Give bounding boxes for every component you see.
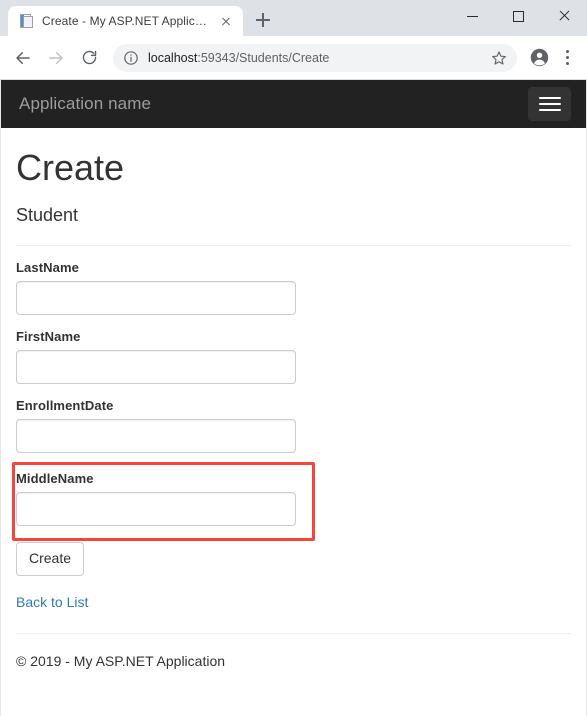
three-dot-menu-icon[interactable] xyxy=(555,44,579,72)
forward-button[interactable] xyxy=(41,43,71,73)
url-path: :59343/Students/Create xyxy=(197,50,330,65)
label-firstname: FirstName xyxy=(16,329,81,345)
url-text: localhost:59343/Students/Create xyxy=(148,51,487,65)
label-enrollmentdate: EnrollmentDate xyxy=(16,398,114,414)
browser-window: Create - My ASP.NET Application localhos… xyxy=(0,0,587,716)
info-circle-icon[interactable] xyxy=(123,50,139,66)
star-icon[interactable] xyxy=(487,46,511,70)
address-bar[interactable]: localhost:59343/Students/Create xyxy=(113,43,517,72)
label-middlename: MiddleName xyxy=(16,471,94,487)
form-group-enrollmentdate: EnrollmentDate xyxy=(16,398,571,454)
page-subtitle: Student xyxy=(16,204,79,225)
document-icon xyxy=(18,13,34,29)
browser-toolbar: localhost:59343/Students/Create xyxy=(0,36,587,80)
divider-footer xyxy=(16,633,571,635)
input-lastname[interactable] xyxy=(16,281,296,316)
window-minimize-button[interactable] xyxy=(449,0,495,32)
account-avatar-icon[interactable] xyxy=(525,44,553,72)
form-actions: Create xyxy=(16,526,571,577)
reload-button[interactable] xyxy=(74,43,104,73)
window-controls xyxy=(449,0,587,32)
site-navbar: Application name xyxy=(1,80,586,128)
back-to-list-link[interactable]: Back to List xyxy=(16,594,88,610)
create-button[interactable]: Create xyxy=(16,542,85,577)
divider-top xyxy=(16,245,571,247)
form-group-firstname: FirstName xyxy=(16,329,571,385)
page-viewport: Application name Create Student LastName… xyxy=(0,80,587,716)
window-close-button[interactable] xyxy=(541,0,587,32)
window-maximize-button[interactable] xyxy=(495,0,541,32)
tab-close-icon[interactable] xyxy=(217,12,235,30)
new-tab-button[interactable] xyxy=(249,6,277,34)
form-group-middlename: MiddleName xyxy=(12,462,571,542)
input-middlename[interactable] xyxy=(16,492,296,527)
navbar-brand[interactable]: Application name xyxy=(19,94,151,114)
hamburger-menu-icon[interactable] xyxy=(528,87,571,121)
browser-tab[interactable]: Create - My ASP.NET Application xyxy=(8,6,243,36)
tab-strip: Create - My ASP.NET Application xyxy=(0,0,587,36)
url-host: localhost xyxy=(148,50,198,65)
footer-text: © 2019 - My ASP.NET Application xyxy=(16,653,226,670)
back-button[interactable] xyxy=(8,43,38,73)
page-title: Create xyxy=(16,147,125,188)
tab-title: Create - My ASP.NET Application xyxy=(42,14,213,28)
back-link-wrapper: Back to List xyxy=(16,594,571,612)
input-firstname[interactable] xyxy=(16,350,296,385)
form-group-lastname: LastName xyxy=(16,260,571,316)
page-container: Create Student LastName FirstName Enroll… xyxy=(1,148,586,669)
label-lastname: LastName xyxy=(16,260,79,276)
input-enrollmentdate[interactable] xyxy=(16,419,296,454)
